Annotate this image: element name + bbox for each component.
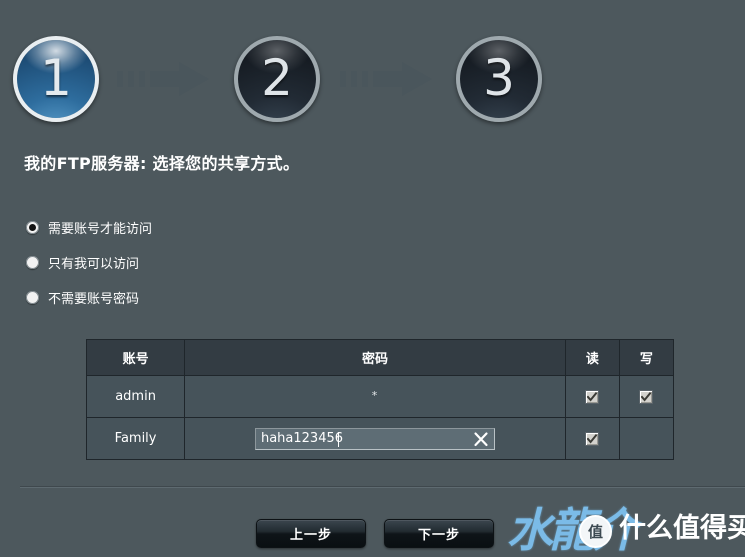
text-caret bbox=[337, 431, 339, 447]
radio-no-password[interactable] bbox=[26, 290, 39, 304]
access-option-account-required[interactable]: 需要账号才能访问 bbox=[26, 218, 153, 237]
watermark-logo-badge: 值 bbox=[579, 515, 612, 548]
cell-read-permission[interactable] bbox=[564, 375, 620, 418]
step-3-number: 3 bbox=[483, 49, 515, 107]
cell-write-permission[interactable] bbox=[618, 417, 675, 460]
column-header-account: 账号 bbox=[85, 339, 186, 376]
next-step-button[interactable]: 下一步 bbox=[384, 519, 494, 548]
checkbox-read-admin[interactable] bbox=[585, 389, 600, 404]
column-header-read: 读 bbox=[564, 339, 620, 376]
radio-only-me[interactable] bbox=[26, 255, 39, 269]
wizard-step-1[interactable]: 1 bbox=[13, 36, 99, 122]
column-header-write: 写 bbox=[618, 339, 675, 376]
checkbox-read-family[interactable] bbox=[585, 431, 600, 446]
footer-divider bbox=[20, 486, 745, 488]
password-input-wrapper[interactable]: haha123456 bbox=[254, 427, 495, 450]
access-option-only-me[interactable]: 只有我可以访问 bbox=[26, 253, 152, 272]
step-arrow-2-to-3 bbox=[340, 62, 432, 96]
password-input[interactable]: haha123456 bbox=[261, 431, 343, 446]
watermark: 水龍介 值 什么值得买 bbox=[507, 503, 745, 557]
access-option-no-password[interactable]: 不需要账号密码 bbox=[26, 288, 152, 307]
table-row: admin * bbox=[85, 375, 675, 418]
password-masked-value: * bbox=[371, 389, 379, 402]
cell-write-permission[interactable] bbox=[618, 375, 675, 418]
page-title: 我的FTP服务器: 选择您的共享方式。 bbox=[24, 154, 300, 173]
cell-username: admin bbox=[85, 375, 186, 418]
radio-account-required[interactable] bbox=[26, 220, 39, 234]
wizard-step-bar: 1 2 3 bbox=[0, 0, 745, 140]
previous-step-button[interactable]: 上一步 bbox=[256, 519, 366, 548]
access-option-label: 需要账号才能访问 bbox=[48, 221, 153, 237]
access-mode-options: 需要账号才能访问 只有我可以访问 不需要账号密码 bbox=[26, 218, 152, 323]
step-arrow-1-to-2 bbox=[117, 62, 209, 96]
cell-password[interactable]: * bbox=[184, 375, 566, 418]
table-header-row: 账号 密码 读 写 bbox=[85, 339, 675, 376]
access-option-label: 不需要账号密码 bbox=[48, 291, 140, 307]
table-row: Family haha123456 bbox=[85, 417, 675, 460]
column-header-password: 密码 bbox=[184, 339, 566, 376]
watermark-site-name: 什么值得买 bbox=[619, 513, 745, 544]
cell-password[interactable]: haha123456 bbox=[184, 417, 566, 460]
wizard-step-2[interactable]: 2 bbox=[234, 36, 320, 122]
checkbox-write-admin[interactable] bbox=[639, 389, 654, 404]
account-permission-table: 账号 密码 读 写 admin * Family haha123456 bbox=[85, 339, 675, 460]
step-2-number: 2 bbox=[261, 49, 293, 107]
step-1-number: 1 bbox=[40, 49, 72, 107]
cell-username: Family bbox=[85, 417, 186, 460]
wizard-step-3[interactable]: 3 bbox=[456, 36, 542, 122]
clear-icon[interactable] bbox=[473, 431, 489, 448]
cell-read-permission[interactable] bbox=[564, 417, 620, 460]
access-option-label: 只有我可以访问 bbox=[48, 256, 140, 272]
watermark-calligraphy: 水龍介 bbox=[507, 503, 637, 557]
